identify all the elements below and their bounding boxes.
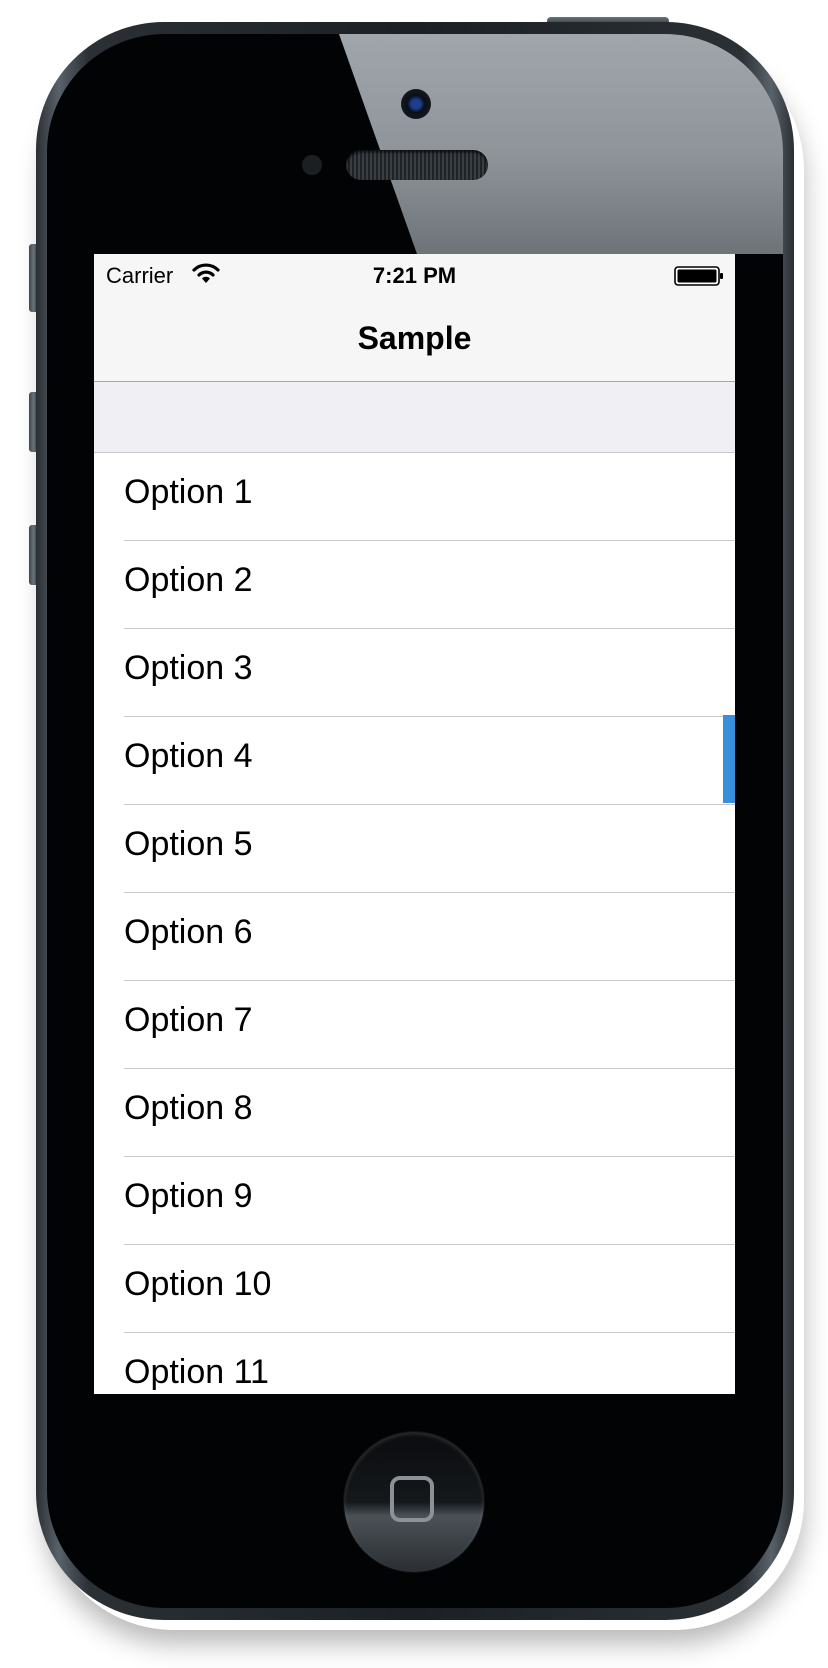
list-item[interactable]: Option 4 — [94, 717, 735, 805]
list-item-label: Option 9 — [124, 1177, 253, 1215]
earpiece-speaker-icon — [346, 150, 488, 180]
device-screen: Sample Carrier 7:21 PM Option 1 Option 2… — [94, 254, 735, 1394]
list-item[interactable]: Option 6 — [94, 893, 735, 981]
options-list[interactable]: Option 1 Option 2 Option 3 Option 4 Opti… — [94, 453, 735, 1394]
list-item-label: Option 6 — [124, 913, 253, 951]
status-time: 7:21 PM — [372, 263, 457, 288]
list-item-label: Option 3 — [124, 649, 253, 687]
list-item-label: Option 7 — [124, 1001, 253, 1039]
list-item[interactable]: Option 7 — [94, 981, 735, 1069]
glass-glare — [339, 34, 783, 254]
list-item-label: Option 8 — [124, 1089, 253, 1127]
list-item[interactable]: Option 11 — [94, 1333, 735, 1394]
table-section-header — [94, 382, 735, 453]
proximity-sensor-icon — [302, 155, 322, 175]
list-item[interactable]: Option 3 — [94, 629, 735, 717]
simulator-stage: Sample Carrier 7:21 PM Option 1 Option 2… — [0, 0, 828, 1668]
scroll-indicator[interactable] — [723, 715, 735, 803]
list-item[interactable]: Option 2 — [94, 541, 735, 629]
list-item[interactable]: Option 5 — [94, 805, 735, 893]
home-button[interactable] — [344, 1432, 484, 1572]
list-item-label: Option 1 — [124, 473, 253, 511]
battery-icon — [674, 266, 723, 286]
list-item[interactable]: Option 10 — [94, 1245, 735, 1333]
list-item-label: Option 5 — [124, 825, 253, 863]
list-item[interactable]: Option 1 — [94, 453, 735, 541]
front-camera-icon — [401, 89, 431, 119]
list-item-label: Option 10 — [124, 1265, 272, 1303]
home-button-icon — [390, 1476, 434, 1522]
nav-title: Sample — [357, 320, 472, 356]
list-item[interactable]: Option 9 — [94, 1157, 735, 1245]
status-bar: Carrier 7:21 PM — [94, 254, 735, 294]
list-item[interactable]: Option 8 — [94, 1069, 735, 1157]
list-item-label: Option 11 — [124, 1353, 269, 1391]
list-item-label: Option 4 — [124, 737, 253, 775]
list-item-label: Option 2 — [124, 561, 253, 599]
